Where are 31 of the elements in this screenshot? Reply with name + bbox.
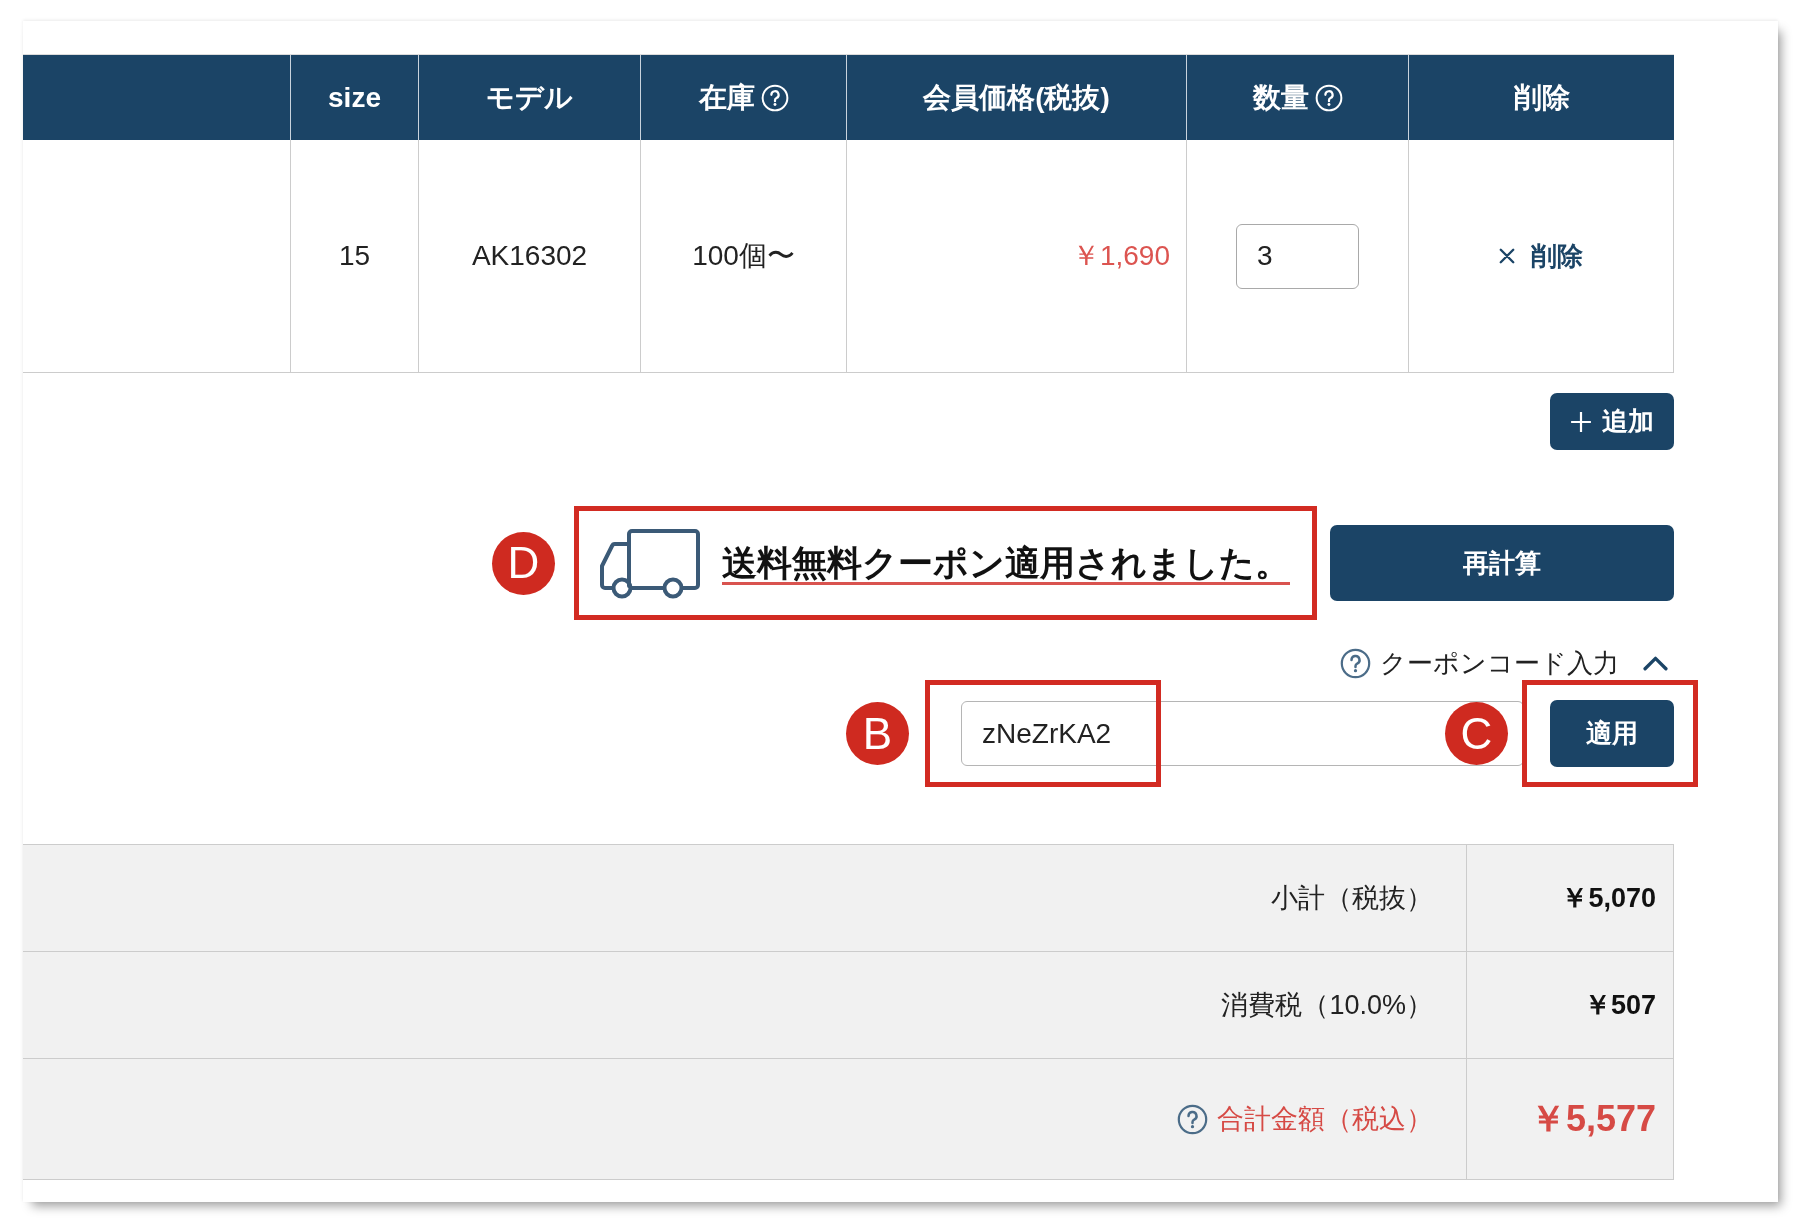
total-label: 合計金額（税込） bbox=[1217, 1103, 1433, 1136]
table-cell: 15 bbox=[290, 140, 418, 372]
total-label: 小計（税抜） bbox=[1271, 882, 1433, 915]
truck-icon bbox=[599, 527, 701, 599]
notice-text: 送料無料クーポン適用されました。 bbox=[722, 541, 1290, 584]
total-value: ￥507 bbox=[1583, 989, 1656, 1022]
quantity-input[interactable]: 3 bbox=[1236, 223, 1359, 289]
total-value: ￥5,577 bbox=[1529, 1096, 1656, 1141]
column-header: モデル bbox=[486, 80, 573, 115]
column-header: size bbox=[328, 81, 381, 114]
chevron-icon[interactable] bbox=[1643, 655, 1668, 671]
price-cell: ￥1,690 bbox=[846, 140, 1186, 372]
column-header: 削除 bbox=[1513, 80, 1570, 115]
recalculate-button[interactable]: 再計算 bbox=[1330, 525, 1674, 601]
help-icon[interactable] bbox=[1177, 1103, 1208, 1135]
help-icon[interactable] bbox=[1340, 647, 1371, 679]
column-header: 在庫 bbox=[698, 80, 755, 115]
coupon-toggle[interactable]: クーポンコード入力 bbox=[1380, 645, 1619, 681]
table-cell: 100個〜 bbox=[640, 140, 846, 372]
table-cell: AK16302 bbox=[418, 140, 640, 372]
add-button[interactable]: 追加 bbox=[1550, 393, 1674, 450]
apply-button[interactable]: 適用 bbox=[1550, 700, 1674, 767]
column-header: 会員価格(税抜) bbox=[923, 80, 1110, 115]
callout-marker: B bbox=[846, 702, 909, 765]
total-value: ￥5,070 bbox=[1561, 882, 1656, 915]
total-label: 消費税（10.0%） bbox=[1221, 989, 1433, 1022]
column-header: 数量 bbox=[1252, 80, 1309, 115]
delete-link[interactable]: 削除 bbox=[1499, 238, 1583, 274]
plus-icon bbox=[1570, 410, 1592, 433]
callout-marker: D bbox=[492, 531, 555, 595]
cross-icon bbox=[1499, 248, 1515, 264]
